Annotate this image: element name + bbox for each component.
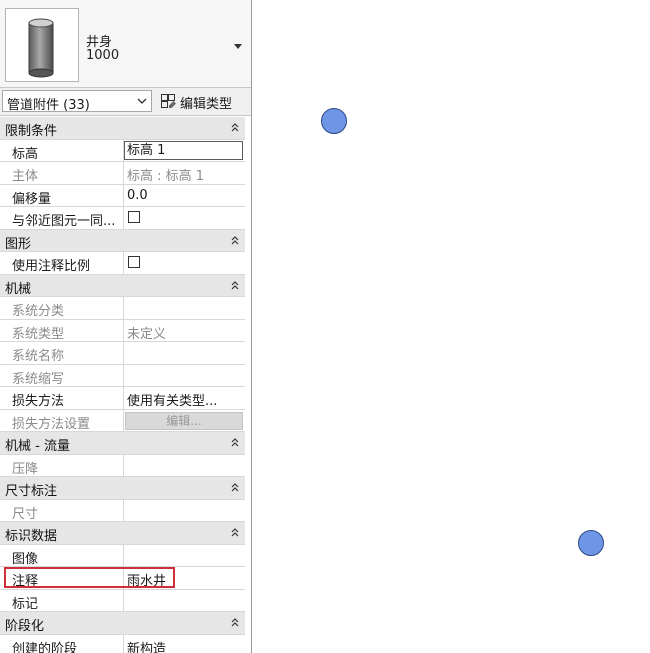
instance-filter-label: 管道附件 (33) [7, 98, 90, 113]
column-divider [123, 499, 124, 521]
edit-loss-method-button[interactable]: 编辑... [125, 411, 243, 430]
column-divider [123, 184, 124, 206]
drawing-node[interactable] [578, 530, 604, 556]
property-row-system-type: 系统类型 未定义 [0, 319, 245, 342]
group-dimensions[interactable]: 尺寸标注 [0, 477, 245, 500]
property-row-loss-method: 损失方法 使用有关类型... [0, 387, 245, 410]
offset-field[interactable]: 0.0 [127, 188, 148, 203]
properties-palette: 井身 1000 管道附件 (33) 编辑类型 限制条件 标高 标高 1 主体 标… [0, 0, 252, 653]
column-divider [123, 589, 124, 611]
phase-created-select[interactable]: 新构造 [127, 638, 166, 653]
group-label: 尺寸标注 [5, 484, 58, 499]
property-row-loss-method-settings: 损失方法设置 编辑... [0, 409, 245, 432]
collapse-icon[interactable] [230, 234, 240, 246]
column-divider [123, 409, 124, 431]
property-row-image: 图像 [0, 544, 245, 567]
property-name: 主体 [12, 169, 39, 184]
column-divider [123, 252, 124, 274]
property-name: 与邻近图元一同... [12, 214, 116, 229]
chevron-down-icon[interactable] [232, 40, 244, 52]
property-value: 标高 : 标高 1 [127, 169, 205, 184]
column-divider [123, 634, 124, 653]
property-name: 标高 [12, 146, 39, 162]
property-row-annotation-scale: 使用注释比例 [0, 252, 245, 275]
group-identity-data[interactable]: 标识数据 [0, 522, 245, 545]
property-name: 创建的阶段 [12, 641, 78, 653]
property-name: 系统类型 [12, 326, 65, 342]
property-value: 未定义 [127, 326, 167, 342]
comments-field[interactable]: 雨水井 [127, 570, 166, 589]
property-row-system-abbreviation: 系统缩写 [0, 364, 245, 387]
column-divider [123, 319, 124, 341]
column-divider [123, 162, 124, 184]
property-name: 标记 [12, 596, 39, 612]
group-mechanical[interactable]: 机械 [0, 274, 245, 297]
edit-type-icon [161, 94, 176, 108]
instance-filter-dropdown[interactable]: 管道附件 (33) [2, 90, 152, 113]
property-name: 损失方法 [12, 394, 65, 409]
group-label: 图形 [5, 236, 32, 252]
type-name: 1000 [86, 48, 120, 63]
group-label: 机械 [5, 281, 32, 297]
edit-type-label: 编辑类型 [180, 97, 233, 112]
group-constraints[interactable]: 限制条件 [0, 117, 245, 140]
group-graphics[interactable]: 图形 [0, 229, 245, 252]
drawing-node[interactable] [321, 108, 347, 134]
property-name: 图像 [12, 551, 39, 567]
column-divider [123, 342, 124, 364]
chevron-down-icon [137, 98, 147, 104]
property-row-phase-created: 创建的阶段 新构造 [0, 634, 245, 653]
property-name: 损失方法设置 [12, 416, 91, 432]
edit-type-button[interactable]: 编辑类型 [156, 90, 249, 112]
collapse-icon[interactable] [230, 616, 240, 628]
type-thumbnail [5, 8, 79, 82]
collapse-icon[interactable] [230, 526, 240, 538]
property-row-mark: 标记 [0, 589, 245, 612]
collapse-icon[interactable] [230, 436, 240, 448]
property-row-host: 主体 标高 : 标高 1 [0, 162, 245, 185]
property-row-system-classification: 系统分类 [0, 297, 245, 320]
property-row-size: 尺寸 [0, 499, 245, 522]
column-divider [123, 207, 124, 229]
property-row-move-with-nearby: 与邻近图元一同... [0, 207, 245, 230]
property-name: 偏移量 [12, 191, 52, 207]
property-row-pressure-drop: 压降 [0, 454, 245, 477]
column-divider [123, 544, 124, 566]
column-divider [123, 567, 124, 589]
column-divider [123, 297, 124, 319]
type-selector[interactable]: 井身 1000 [0, 0, 251, 88]
instance-filter-row: 管道附件 (33) 编辑类型 [0, 88, 251, 116]
property-name: 系统分类 [12, 304, 65, 319]
collapse-icon[interactable] [230, 121, 240, 133]
move-with-nearby-checkbox[interactable] [128, 211, 140, 223]
property-row-system-name: 系统名称 [0, 342, 245, 365]
properties-grid: 限制条件 标高 标高 1 主体 标高 : 标高 1 偏移量 0.0 与邻近图元一… [0, 117, 245, 653]
level-field[interactable]: 标高 1 [124, 140, 243, 160]
property-name: 注释 [12, 574, 39, 589]
column-divider [123, 364, 124, 386]
group-mechanical-flow[interactable]: 机械 - 流量 [0, 432, 245, 455]
cylinder-icon [28, 18, 54, 78]
property-name: 系统缩写 [12, 371, 65, 387]
column-divider [123, 387, 124, 409]
property-name: 使用注释比例 [12, 259, 91, 274]
property-row-offset: 偏移量 0.0 [0, 184, 245, 207]
group-label: 阶段化 [5, 619, 45, 634]
loss-method-select[interactable]: 使用有关类型... [127, 390, 217, 409]
group-label: 限制条件 [5, 124, 58, 139]
group-phasing[interactable]: 阶段化 [0, 612, 245, 635]
property-name: 压降 [12, 461, 39, 477]
collapse-icon[interactable] [230, 279, 240, 291]
property-name: 系统名称 [12, 349, 65, 364]
property-row-level: 标高 标高 1 [0, 139, 245, 162]
annotation-scale-checkbox[interactable] [128, 256, 140, 268]
property-row-comments: 注释 雨水井 [0, 567, 245, 590]
collapse-icon[interactable] [230, 481, 240, 493]
column-divider [123, 454, 124, 476]
group-label: 标识数据 [5, 529, 58, 544]
property-name: 尺寸 [12, 506, 39, 522]
group-label: 机械 - 流量 [5, 439, 70, 454]
